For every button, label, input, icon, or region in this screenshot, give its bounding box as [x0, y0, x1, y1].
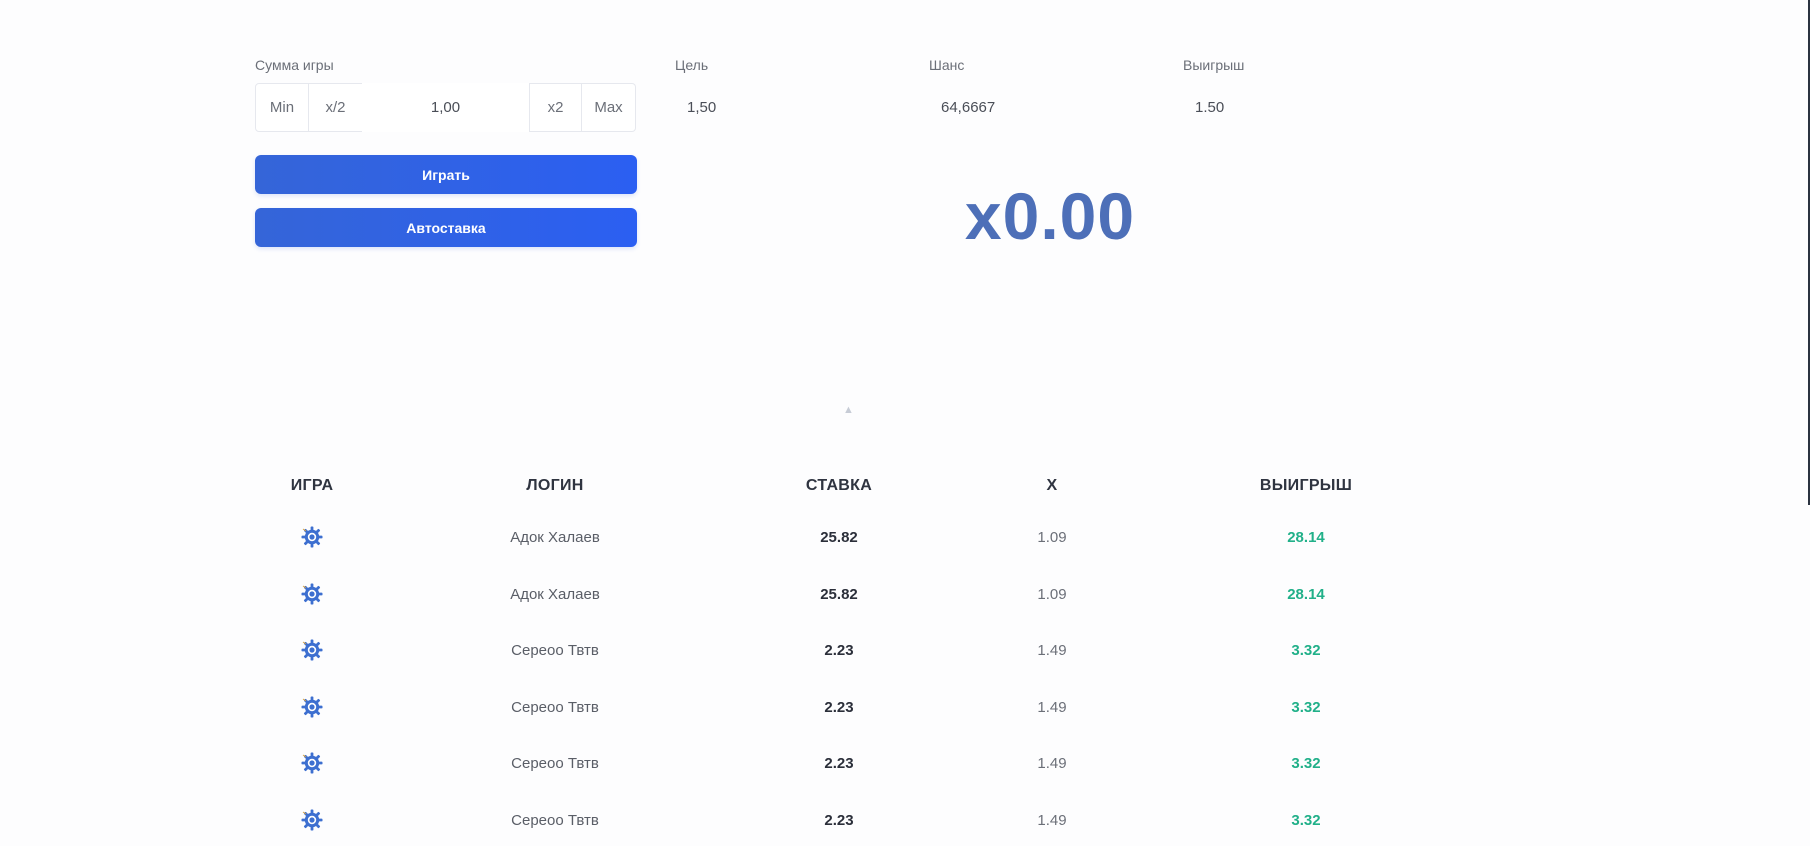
- row-multiplier: 1.49: [1037, 755, 1067, 772]
- header-login: ЛОГИН: [526, 477, 584, 494]
- gear-icon: [300, 695, 324, 719]
- chance-value[interactable]: 64,6667: [941, 99, 995, 116]
- bet-max-button[interactable]: Max: [582, 83, 636, 132]
- target-label: Цель: [675, 57, 709, 73]
- row-login[interactable]: Сереоо Твтв: [435, 812, 675, 829]
- collapse-arrow-icon[interactable]: ▲: [843, 404, 854, 416]
- game-icon-cell: [192, 751, 432, 780]
- row-multiplier: 1.09: [1037, 529, 1067, 546]
- payout-label: Выигрыш: [1183, 57, 1245, 73]
- row-bet: 2.23: [824, 642, 854, 659]
- header-win: ВЫИГРЫШ: [1259, 477, 1353, 494]
- gear-icon: [300, 751, 324, 775]
- header-x: X: [1046, 477, 1058, 494]
- row-win: 28.14: [1287, 529, 1325, 546]
- bet-double-button[interactable]: x2: [529, 83, 582, 132]
- gear-icon: [300, 582, 324, 606]
- target-value[interactable]: 1,50: [687, 99, 716, 116]
- bet-amount-label: Сумма игры: [255, 57, 334, 73]
- table-row: Сереоо Твтв 2.23 1.49 3.32: [240, 752, 1380, 775]
- row-login[interactable]: Сереоо Твтв: [435, 642, 675, 659]
- row-win: 3.32: [1291, 642, 1321, 659]
- row-win: 3.32: [1291, 812, 1321, 829]
- game-icon-cell: [192, 582, 432, 611]
- row-login[interactable]: Сереоо Твтв: [435, 755, 675, 772]
- row-login[interactable]: Адок Халаев: [435, 586, 675, 603]
- play-button[interactable]: Играть: [255, 155, 637, 194]
- row-bet: 25.82: [820, 586, 858, 603]
- header-game: ИГРА: [290, 477, 334, 494]
- gear-icon: [300, 525, 324, 549]
- row-bet: 2.23: [824, 699, 854, 716]
- table-row: Сереоо Твтв 2.23 1.49 3.32: [240, 809, 1380, 832]
- row-win: 28.14: [1287, 586, 1325, 603]
- bet-amount-input[interactable]: [362, 83, 529, 132]
- row-bet: 25.82: [820, 529, 858, 546]
- table-row: Сереоо Твтв 2.23 1.49 3.32: [240, 696, 1380, 719]
- table-row: Адок Халаев 25.82 1.09 28.14: [240, 526, 1380, 549]
- row-login[interactable]: Сереоо Твтв: [435, 699, 675, 716]
- row-login[interactable]: Адок Халаев: [435, 529, 675, 546]
- game-icon-cell: [192, 808, 432, 837]
- row-win: 3.32: [1291, 755, 1321, 772]
- row-multiplier: 1.09: [1037, 586, 1067, 603]
- bet-half-button[interactable]: x/2: [309, 83, 362, 132]
- bet-min-button[interactable]: Min: [255, 83, 309, 132]
- table-row: Адок Халаев 25.82 1.09 28.14: [240, 583, 1380, 606]
- payout-value: 1.50: [1195, 99, 1225, 116]
- gear-icon: [300, 638, 324, 662]
- history-table-header: ИГРА ЛОГИН СТАВКА X ВЫИГРЫШ: [240, 477, 1380, 497]
- row-multiplier: 1.49: [1037, 812, 1067, 829]
- row-win: 3.32: [1291, 699, 1321, 716]
- row-bet: 2.23: [824, 812, 854, 829]
- gear-icon: [300, 808, 324, 832]
- game-page: Сумма игры Цель Шанс Выигрыш Min x/2 x2 …: [0, 0, 1810, 846]
- table-row: Сереоо Твтв 2.23 1.49 3.32: [240, 639, 1380, 662]
- header-bet: СТАВКА: [805, 477, 873, 494]
- game-icon-cell: [192, 525, 432, 554]
- row-multiplier: 1.49: [1037, 642, 1067, 659]
- autobet-button[interactable]: Автоставка: [255, 208, 637, 247]
- game-icon-cell: [192, 695, 432, 724]
- game-icon-cell: [192, 638, 432, 667]
- row-bet: 2.23: [824, 755, 854, 772]
- chance-label: Шанс: [929, 57, 965, 73]
- row-multiplier: 1.49: [1037, 699, 1067, 716]
- multiplier-display: x0.00: [964, 179, 1136, 253]
- bet-amount-control: Min x/2 x2 Max: [255, 83, 636, 132]
